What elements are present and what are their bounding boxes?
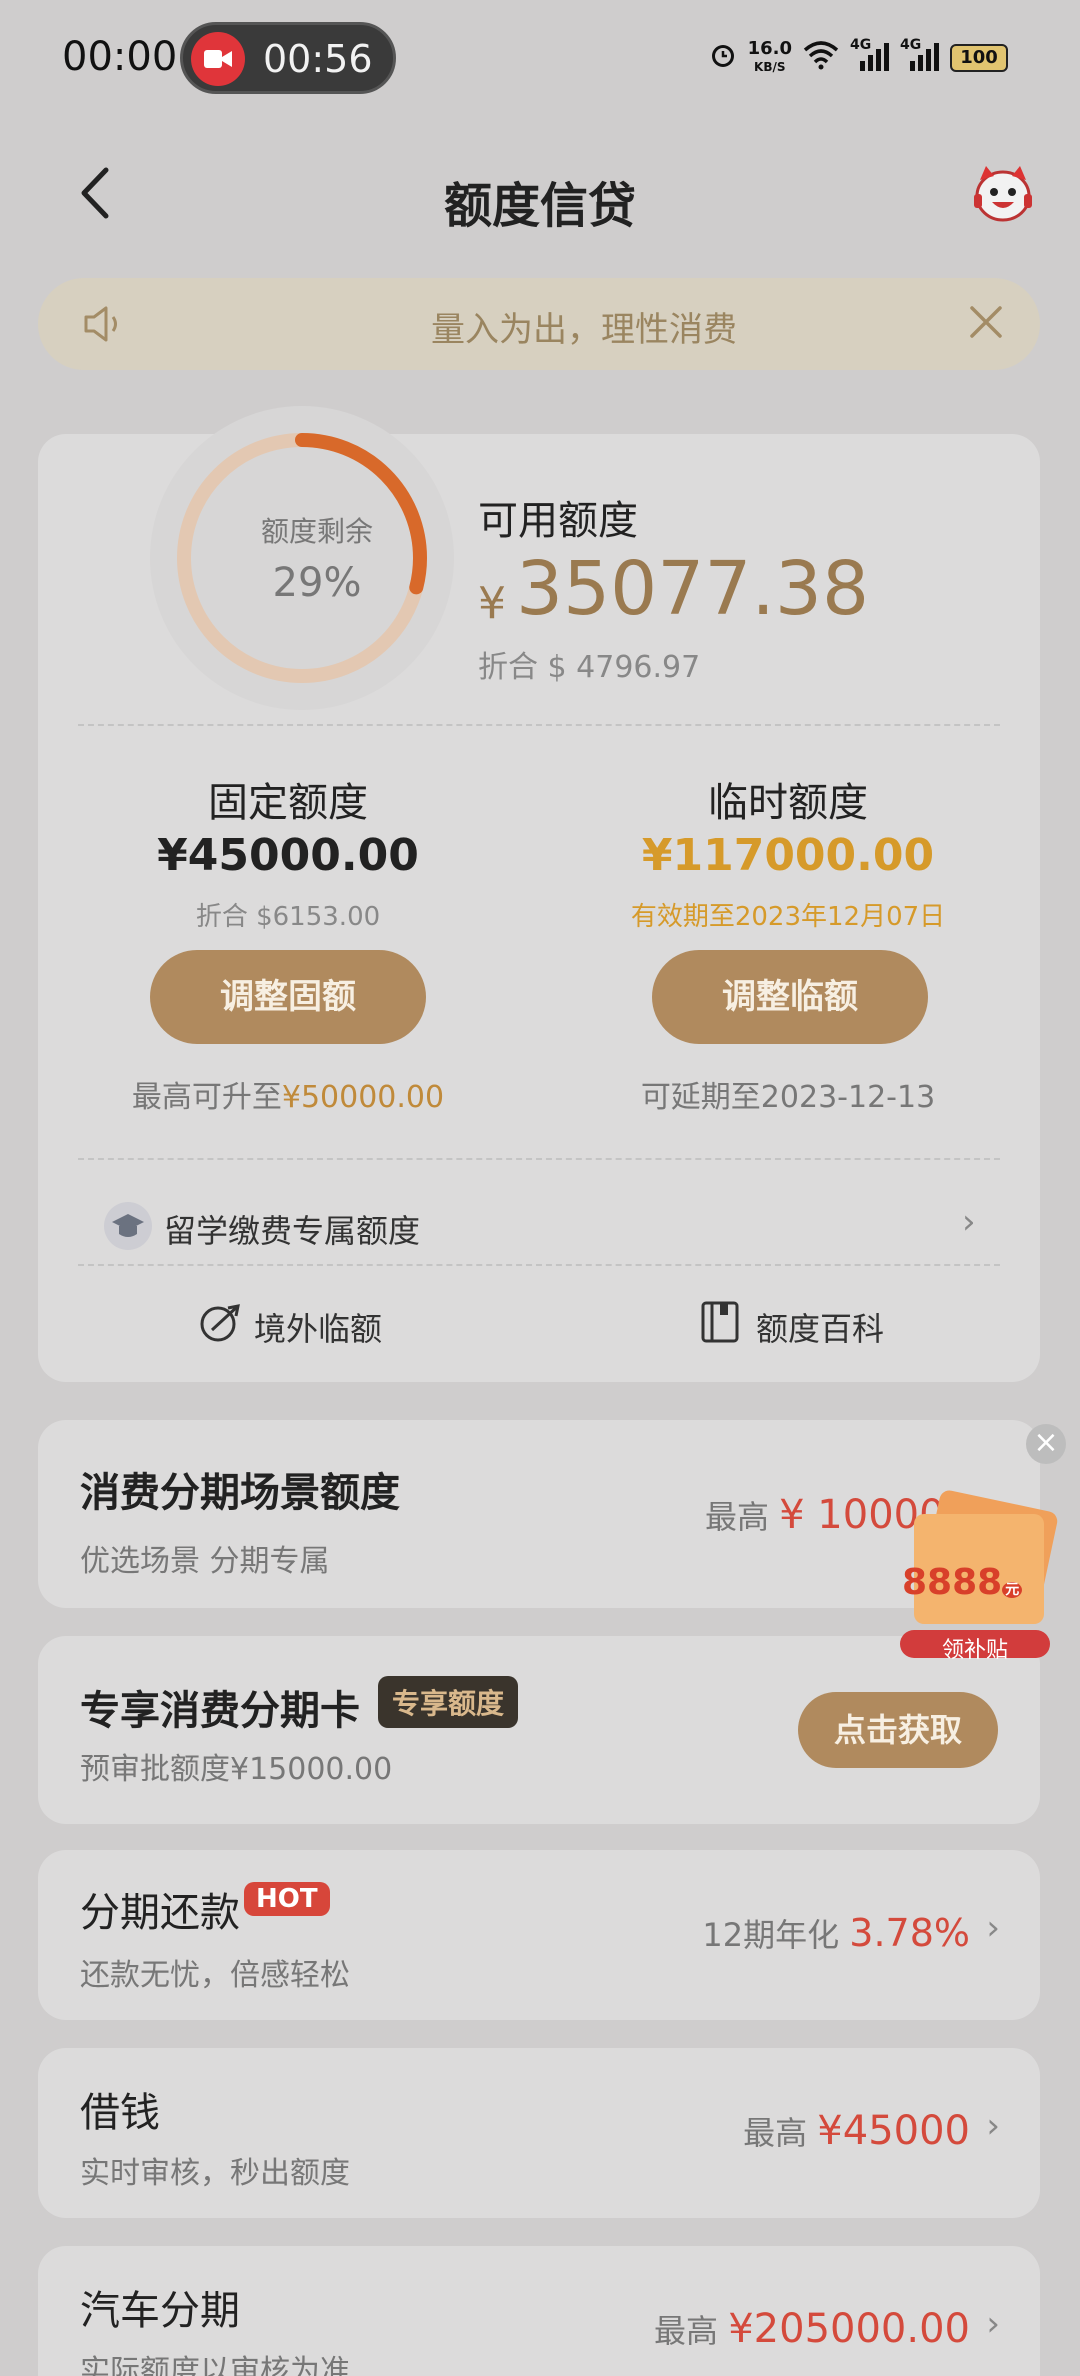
book-icon — [700, 1300, 740, 1348]
page-title: 额度信贷 — [443, 178, 636, 234]
signal-1-icon: 4G — [850, 37, 890, 73]
repay-title: 分期还款 — [80, 1890, 240, 1936]
max-prefix: 最高 — [654, 2312, 719, 2350]
overseas-temp-label: 境外临额 — [254, 1310, 383, 1348]
remaining-ring — [150, 406, 454, 710]
currency-symbol: ¥ — [478, 578, 506, 629]
status-time: 00:00 — [62, 34, 178, 80]
max-value: ¥205000.00 — [728, 2306, 970, 2352]
alarm-icon — [708, 40, 738, 76]
max-prefix: 最高 — [704, 1498, 769, 1536]
divider — [78, 1264, 1000, 1266]
available-usd: 折合 $ 4796.97 — [478, 650, 701, 685]
net-speed-unit: KB/S — [754, 60, 786, 74]
temp-limit-amount: ¥117000.00 — [641, 830, 935, 881]
borrow-sub: 实时审核，秒出额度 — [80, 2156, 350, 2191]
fixed-max-prefix: 最高可升至 — [131, 1080, 282, 1115]
borrow-card[interactable]: 借钱 实时审核，秒出额度 最高 ¥45000 › — [38, 2048, 1040, 2218]
net-speed-value: 16.0 — [747, 38, 792, 59]
installment-repay-card[interactable]: 分期还款 HOT 还款无忧，倍感轻松 12期年化 3.78% › — [38, 1850, 1040, 2020]
coupon-label: 领补贴 — [941, 1638, 1008, 1663]
borrow-max: 最高 ¥45000 — [743, 2108, 970, 2154]
credit-wiki-link[interactable]: 额度百科 — [700, 1300, 950, 1360]
wifi-icon — [802, 40, 840, 76]
close-icon[interactable] — [966, 302, 1006, 346]
net-speed: 16.0 KB/S — [748, 40, 792, 76]
repay-rate: 12期年化 3.78% — [702, 1910, 970, 1956]
hot-badge: HOT — [244, 1882, 330, 1916]
divider — [78, 724, 1000, 726]
record-time: 00:56 — [263, 37, 373, 81]
fixed-limit-title: 固定额度 — [208, 780, 368, 826]
adjust-temp-button[interactable]: 调整临额 — [652, 950, 928, 1044]
exclusive-tag: 专享额度 — [378, 1676, 519, 1728]
get-now-button[interactable]: 点击获取 — [798, 1692, 998, 1768]
credit-wiki-label: 额度百科 — [756, 1310, 885, 1348]
exclusive-card-sub: 预审批额度¥15000.00 — [80, 1752, 393, 1787]
status-icons: 16.0 KB/S 4G 4G 100 — [708, 37, 1008, 76]
exclusive-installment-card[interactable]: 专享消费分期卡 专享额度 预审批额度¥15000.00 点击获取 — [38, 1636, 1040, 1824]
temp-limit-extend: 可延期至2023-12-13 — [640, 1080, 936, 1115]
overseas-temp-link[interactable]: 境外临额 — [198, 1300, 448, 1360]
record-camera-icon — [191, 32, 245, 86]
fixed-limit-amount: ¥45000.00 — [157, 830, 419, 881]
exclusive-card-title: 专享消费分期卡 — [80, 1688, 360, 1734]
car-title: 汽车分期 — [80, 2288, 240, 2334]
ring-label: 额度剩余 — [260, 515, 373, 548]
close-float-icon[interactable]: × — [1026, 1424, 1066, 1464]
screen-record-indicator[interactable]: 00:56 — [180, 22, 396, 94]
graduation-cap-icon — [104, 1202, 152, 1250]
fixed-max-value: ¥50000.00 — [281, 1080, 445, 1115]
notice-text: 量入为出，理性消费 — [431, 310, 737, 350]
max-prefix: 最高 — [743, 2114, 808, 2152]
rate-prefix: 12期年化 — [702, 1916, 840, 1954]
chevron-right-icon: › — [986, 2304, 1000, 2344]
notice-bar: 量入为出，理性消费 — [38, 278, 1040, 370]
ring-percent: 29% — [272, 560, 362, 606]
adjust-fixed-button[interactable]: 调整固额 — [150, 950, 426, 1044]
divider — [78, 1158, 1000, 1160]
mascot-service-icon[interactable] — [970, 160, 1036, 226]
fixed-limit-usd: 折合 $6153.00 — [195, 902, 381, 932]
chevron-right-icon: › — [986, 2106, 1000, 2146]
max-value: ¥45000 — [817, 2108, 970, 2154]
rate-value: 3.78% — [849, 1911, 970, 1955]
available-label: 可用额度 — [478, 498, 638, 544]
globe-plane-icon — [198, 1300, 242, 1348]
chevron-right-icon: › — [986, 1908, 1000, 1948]
car-sub: 实际额度以审核为准 — [80, 2354, 350, 2376]
repay-sub: 还款无忧，倍感轻松 — [80, 1958, 350, 1993]
signal-2-icon: 4G — [900, 37, 940, 73]
battery-icon: 100 — [950, 44, 1008, 72]
car-max: 最高 ¥205000.00 — [654, 2306, 970, 2352]
study-abroad-label: 留学缴费专属额度 — [164, 1212, 421, 1250]
temp-limit-title: 临时额度 — [708, 780, 868, 826]
credit-overview-card: 额度剩余 29% 可用额度 ¥ 35077.38 折合 $ 4796.97 固定… — [38, 406, 1040, 1382]
coupon-value: 8888 元 — [902, 1562, 1023, 1603]
temp-limit-validity: 有效期至2023年12月07日 — [630, 902, 946, 932]
fixed-limit-max: 最高可升至¥50000.00 — [78, 1072, 498, 1116]
study-abroad-row[interactable]: 留学缴费专属额度 › — [78, 1192, 1000, 1262]
coupon-amount: 8888 — [902, 1562, 1003, 1603]
coupon-unit: 元 — [1002, 1582, 1023, 1598]
car-installment-card[interactable]: 汽车分期 实际额度以审核为准 最高 ¥205000.00 › — [38, 2246, 1040, 2376]
installment-scene-title: 消费分期场景额度 — [80, 1470, 400, 1516]
available-amount: 35077.38 — [516, 546, 870, 632]
borrow-title: 借钱 — [80, 2090, 160, 2136]
subsidy-coupon-widget[interactable]: 8888 元 领补贴 — [890, 1480, 1070, 1663]
back-arrow-icon[interactable] — [78, 166, 110, 224]
chevron-right-icon: › — [962, 1202, 976, 1242]
installment-scene-sub: 优选场景 分期专属 — [80, 1544, 330, 1579]
